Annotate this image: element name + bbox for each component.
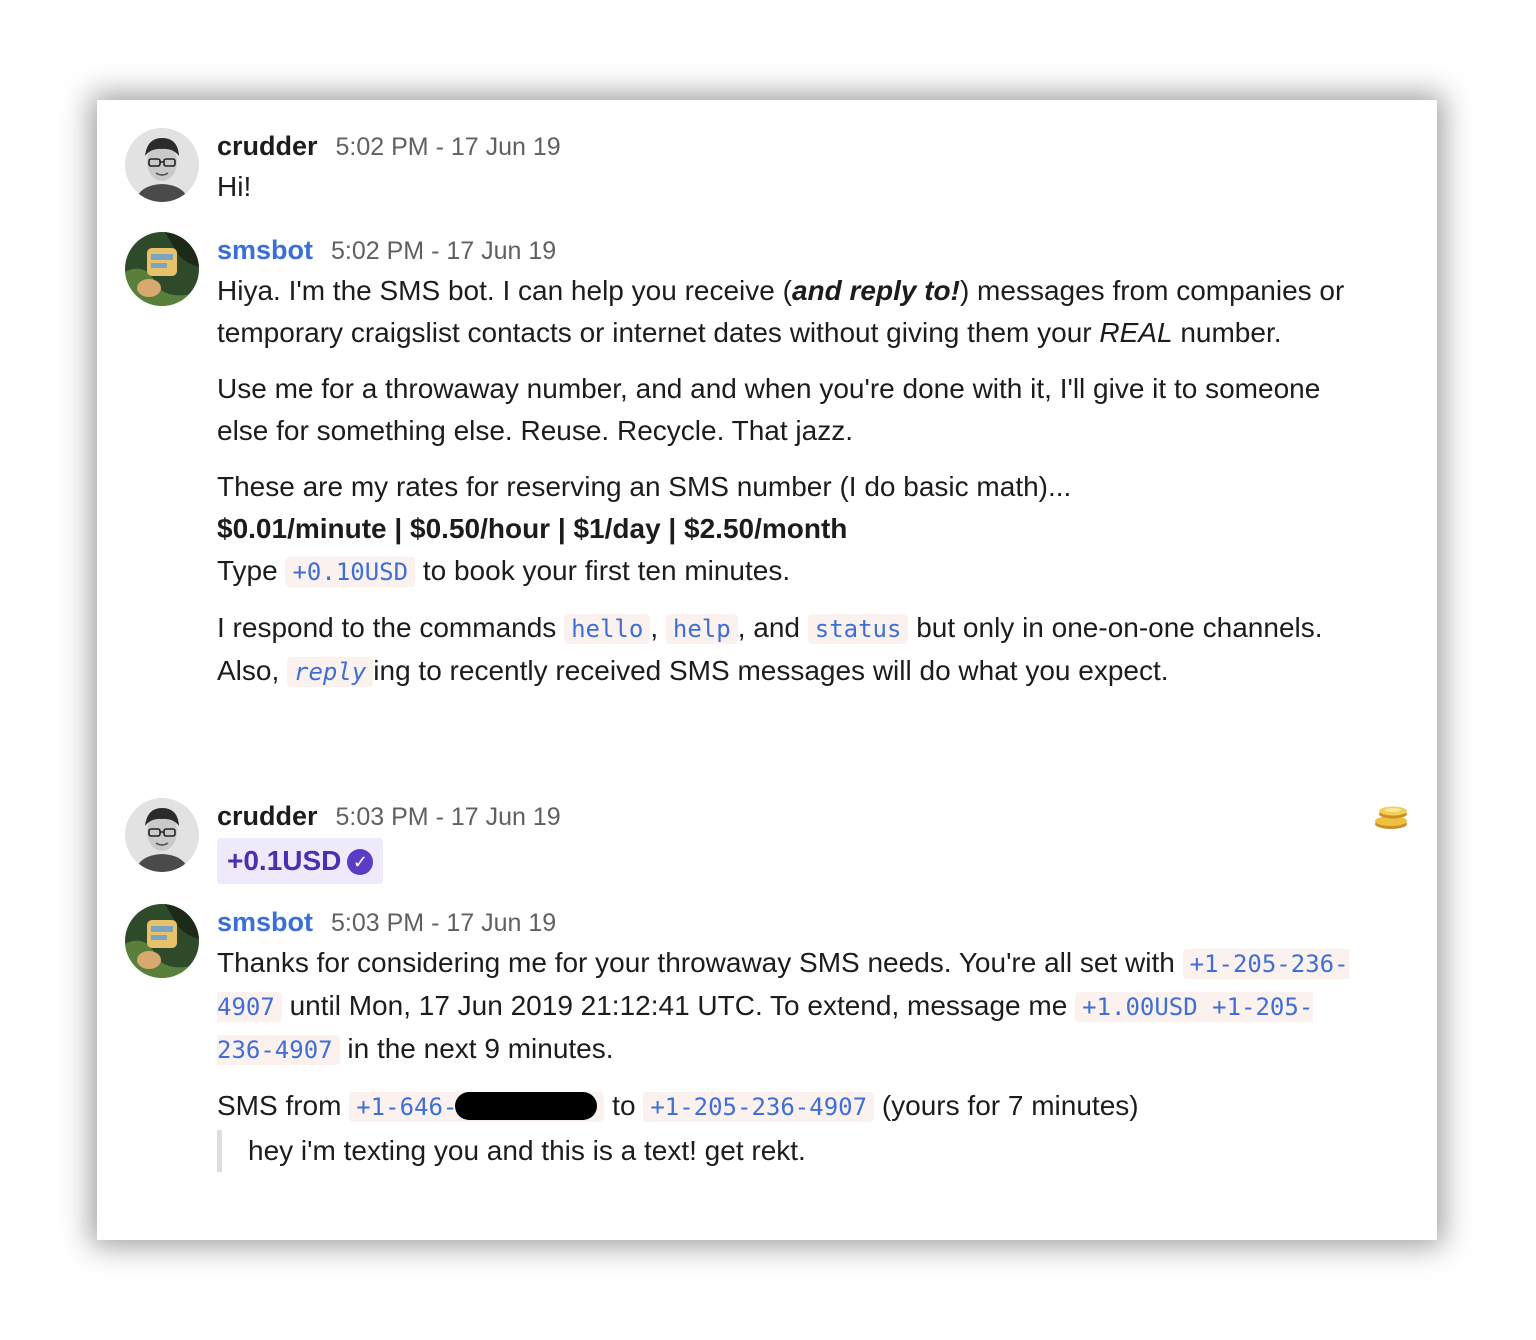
text-run: , and — [737, 612, 808, 643]
message-header: crudder 5:03 PM - 17 Jun 19 — [217, 798, 1367, 834]
commands-paragraph: I respond to the commands hello, help, a… — [217, 607, 1367, 650]
text-run: (yours for 7 minutes) — [874, 1090, 1139, 1121]
text-run: but only in one-on-one channels. — [908, 612, 1323, 643]
sender-number: +1-646- — [356, 1093, 458, 1121]
timestamp[interactable]: 5:02 PM - 17 Jun 19 — [331, 237, 556, 265]
sender-number-code: +1-646- — [349, 1092, 605, 1122]
author-name[interactable]: crudder — [217, 801, 318, 831]
timestamp[interactable]: 5:03 PM - 17 Jun 19 — [336, 803, 561, 831]
message-text: Hi! — [217, 171, 252, 202]
emphasis-text: and reply to! — [791, 275, 960, 306]
reuse-paragraph: Use me for a throwaway number, and and w… — [217, 373, 1321, 446]
text-run: until Mon, 17 Jun 2019 21:12:41 UTC. To … — [281, 990, 1076, 1021]
message-header: smsbot 5:03 PM - 17 Jun 19 — [217, 904, 1367, 940]
command-help: help — [665, 614, 738, 644]
text-run: number. — [1172, 317, 1282, 348]
rates-line: $0.01/minute | $0.50/hour | $1/day | $2.… — [217, 513, 848, 544]
timestamp[interactable]: 5:03 PM - 17 Jun 19 — [331, 909, 556, 937]
emphasis-text: REAL — [1099, 317, 1173, 348]
text-run: ing to recently received SMS messages wi… — [373, 655, 1169, 686]
text-run: Thanks for considering me for your throw… — [217, 947, 1183, 978]
message-header: smsbot 5:02 PM - 17 Jun 19 — [217, 232, 1367, 268]
chat-panel: crudder 5:02 PM - 17 Jun 19 Hi! smsbot 5:0… — [97, 100, 1437, 1240]
rates-intro: These are my rates for reserving an SMS … — [217, 471, 1072, 502]
avatar-smsbot[interactable] — [125, 232, 199, 306]
inline-code: reply — [287, 657, 374, 687]
sms-header-line: SMS from +1-646- to +1-205-236-4907 (you… — [217, 1085, 1367, 1128]
text-run: , — [650, 612, 666, 643]
timestamp[interactable]: 5:02 PM - 17 Jun 19 — [336, 133, 561, 161]
avatar-smsbot[interactable] — [125, 904, 199, 978]
text-run: in the next 9 minutes. — [339, 1033, 614, 1064]
avatar-crudder[interactable] — [125, 798, 199, 872]
reply-paragraph: Also, reply ing to recently received SMS … — [217, 650, 1367, 693]
text-run: Type — [217, 555, 286, 586]
author-name[interactable]: smsbot — [217, 235, 313, 265]
sms-quote: hey i'm texting you and this is a text! … — [217, 1130, 1367, 1172]
token-amount: +0.1USD — [227, 845, 342, 876]
text-run: SMS from — [217, 1090, 350, 1121]
text-run: I respond to the commands — [217, 612, 565, 643]
avatar-crudder[interactable] — [125, 128, 199, 202]
command-hello: hello — [564, 614, 651, 644]
type-instruction: Type +0.10USD to book your first ten min… — [217, 550, 1367, 593]
intro-paragraph: Hiya. I'm the SMS bot. I can help you re… — [217, 270, 1367, 354]
payment-token[interactable]: +0.1USD ✓ — [217, 838, 384, 884]
author-name[interactable]: crudder — [217, 131, 318, 161]
inline-code: +0.10USD — [285, 557, 416, 587]
author-name[interactable]: smsbot — [217, 907, 313, 937]
message-header: crudder 5:02 PM - 17 Jun 19 — [217, 128, 1367, 164]
verified-check-icon: ✓ — [347, 849, 374, 875]
coins-icon[interactable] — [1371, 800, 1411, 830]
recipient-number-code: +1-205-236-4907 — [643, 1092, 875, 1122]
command-status: status — [807, 614, 909, 644]
redaction-bar — [455, 1092, 598, 1120]
confirmation-paragraph: Thanks for considering me for your throw… — [217, 942, 1367, 1071]
text-run: to book your first ten minutes. — [415, 555, 791, 586]
text-run: Also, — [217, 655, 288, 686]
text-run: to — [604, 1090, 644, 1121]
text-run: Hiya. I'm the SMS bot. I can help you re… — [217, 275, 792, 306]
